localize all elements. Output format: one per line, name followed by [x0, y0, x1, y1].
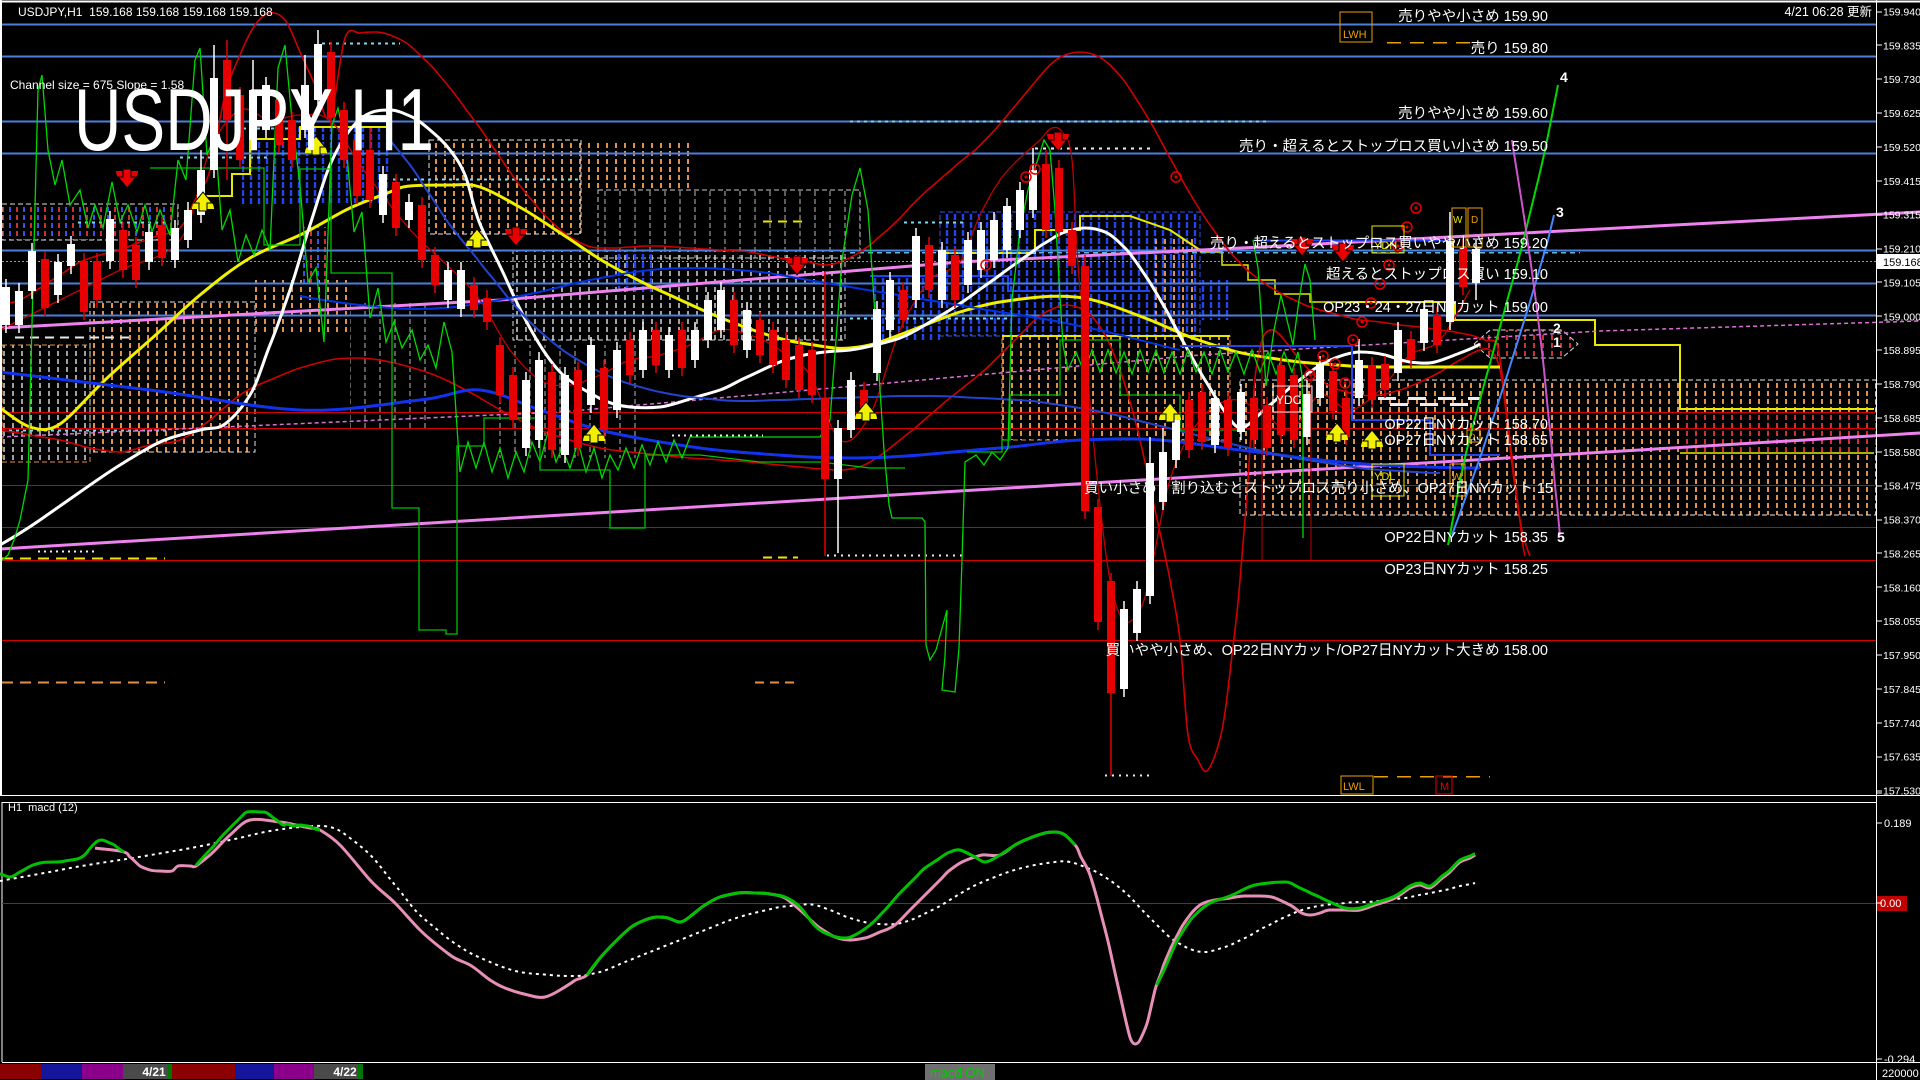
svg-text:159.625: 159.625 [1883, 108, 1920, 120]
svg-text:158.895: 158.895 [1883, 345, 1920, 357]
svg-text:4/21 06:28 更新: 4/21 06:28 更新 [1784, 4, 1872, 19]
svg-text:159.940: 159.940 [1883, 7, 1920, 19]
svg-text:159.210: 159.210 [1883, 244, 1920, 256]
svg-text:157.635: 157.635 [1883, 752, 1920, 764]
svg-text:158.055: 158.055 [1883, 616, 1920, 628]
svg-text:OP22日NYカット 158.70: OP22日NYカット 158.70 [1384, 417, 1548, 433]
svg-text:159.000: 159.000 [1883, 311, 1920, 323]
svg-text:157.530: 157.530 [1883, 786, 1920, 798]
svg-text:売りやや小さめ 159.60: 売りやや小さめ 159.60 [1398, 105, 1548, 122]
svg-text:159.168: 159.168 [1883, 257, 1920, 269]
svg-text:158.790: 158.790 [1883, 379, 1920, 391]
svg-text:-0.294: -0.294 [1884, 1054, 1915, 1066]
svg-text:4: 4 [1560, 69, 1568, 85]
svg-text:0.189: 0.189 [1884, 818, 1912, 830]
svg-text:0.00: 0.00 [1880, 898, 1901, 910]
svg-text:超えるとストップロス買い 159.10: 超えるとストップロス買い 159.10 [1326, 266, 1548, 283]
svg-text:157.845: 157.845 [1883, 684, 1920, 696]
svg-text:159.730: 159.730 [1883, 74, 1920, 86]
svg-text:158.475: 158.475 [1883, 481, 1920, 493]
svg-text:OP23・24・27日NYカット 159.00: OP23・24・27日NYカット 159.00 [1323, 300, 1548, 316]
svg-text:H1 macd (12): H1 macd (12) [8, 802, 78, 814]
svg-text:159.105: 159.105 [1883, 277, 1920, 289]
svg-text:売り・超えるとストップロス買い小さめ 159.50: 売り・超えるとストップロス買い小さめ 159.50 [1239, 138, 1548, 155]
svg-text:買いやや小さめ、OP22日NYカット/OP27日NYカット大: 買いやや小さめ、OP22日NYカット/OP27日NYカット大きめ 158.00 [1106, 642, 1548, 659]
svg-text:159.835: 159.835 [1883, 40, 1920, 52]
svg-text:macd ON: macd ON [930, 1065, 985, 1080]
svg-text:LWL: LWL [1343, 781, 1365, 793]
svg-text:OP22日NYカット 158.35: OP22日NYカット 158.35 [1384, 530, 1548, 546]
svg-text:3: 3 [1556, 204, 1564, 220]
svg-text:OP23日NYカット 158.25: OP23日NYカット 158.25 [1384, 562, 1548, 578]
svg-text:USDJPY H1: USDJPY H1 [74, 70, 434, 169]
svg-text:158.370: 158.370 [1883, 515, 1920, 527]
svg-text:OP27日NYカット 158.65: OP27日NYカット 158.65 [1384, 433, 1548, 449]
svg-text:220000: 220000 [1882, 1068, 1919, 1080]
svg-text:159.520: 159.520 [1883, 142, 1920, 154]
svg-text:4/21: 4/21 [142, 1065, 166, 1079]
svg-text:158.160: 158.160 [1883, 582, 1920, 594]
svg-text:157.950: 157.950 [1883, 650, 1920, 662]
svg-text:159.415: 159.415 [1883, 176, 1920, 188]
svg-text:5: 5 [1557, 529, 1565, 545]
svg-text:YDC: YDC [1276, 393, 1302, 407]
svg-text:D: D [1471, 215, 1478, 226]
svg-text:USDJPY,H1 159.168 159.168 159: USDJPY,H1 159.168 159.168 159.168 159.16… [18, 5, 273, 19]
svg-text:M: M [1440, 781, 1449, 793]
svg-text:158.265: 158.265 [1883, 548, 1920, 560]
svg-text:売りやや小さめ 159.90: 売りやや小さめ 159.90 [1398, 8, 1548, 25]
svg-text:159.315: 159.315 [1883, 210, 1920, 222]
svg-text:157.740: 157.740 [1883, 718, 1920, 730]
svg-text:売り 159.80: 売り 159.80 [1471, 40, 1548, 57]
svg-text:1: 1 [1553, 334, 1561, 350]
svg-text:売り・超えるとストップロス買いやや小さめ 159.20: 売り・超えるとストップロス買いやや小さめ 159.20 [1210, 235, 1548, 252]
svg-text:LWH: LWH [1343, 29, 1367, 41]
svg-text:158.685: 158.685 [1883, 413, 1920, 425]
svg-text:158.580: 158.580 [1883, 447, 1920, 459]
svg-text:4/22: 4/22 [333, 1065, 357, 1079]
svg-text:買い小さめ・割り込むとストップロス売り小さめ、OP27日NY: 買い小さめ・割り込むとストップロス売り小さめ、OP27日NYカット 15 [1084, 480, 1553, 497]
svg-text:W: W [1453, 215, 1463, 226]
